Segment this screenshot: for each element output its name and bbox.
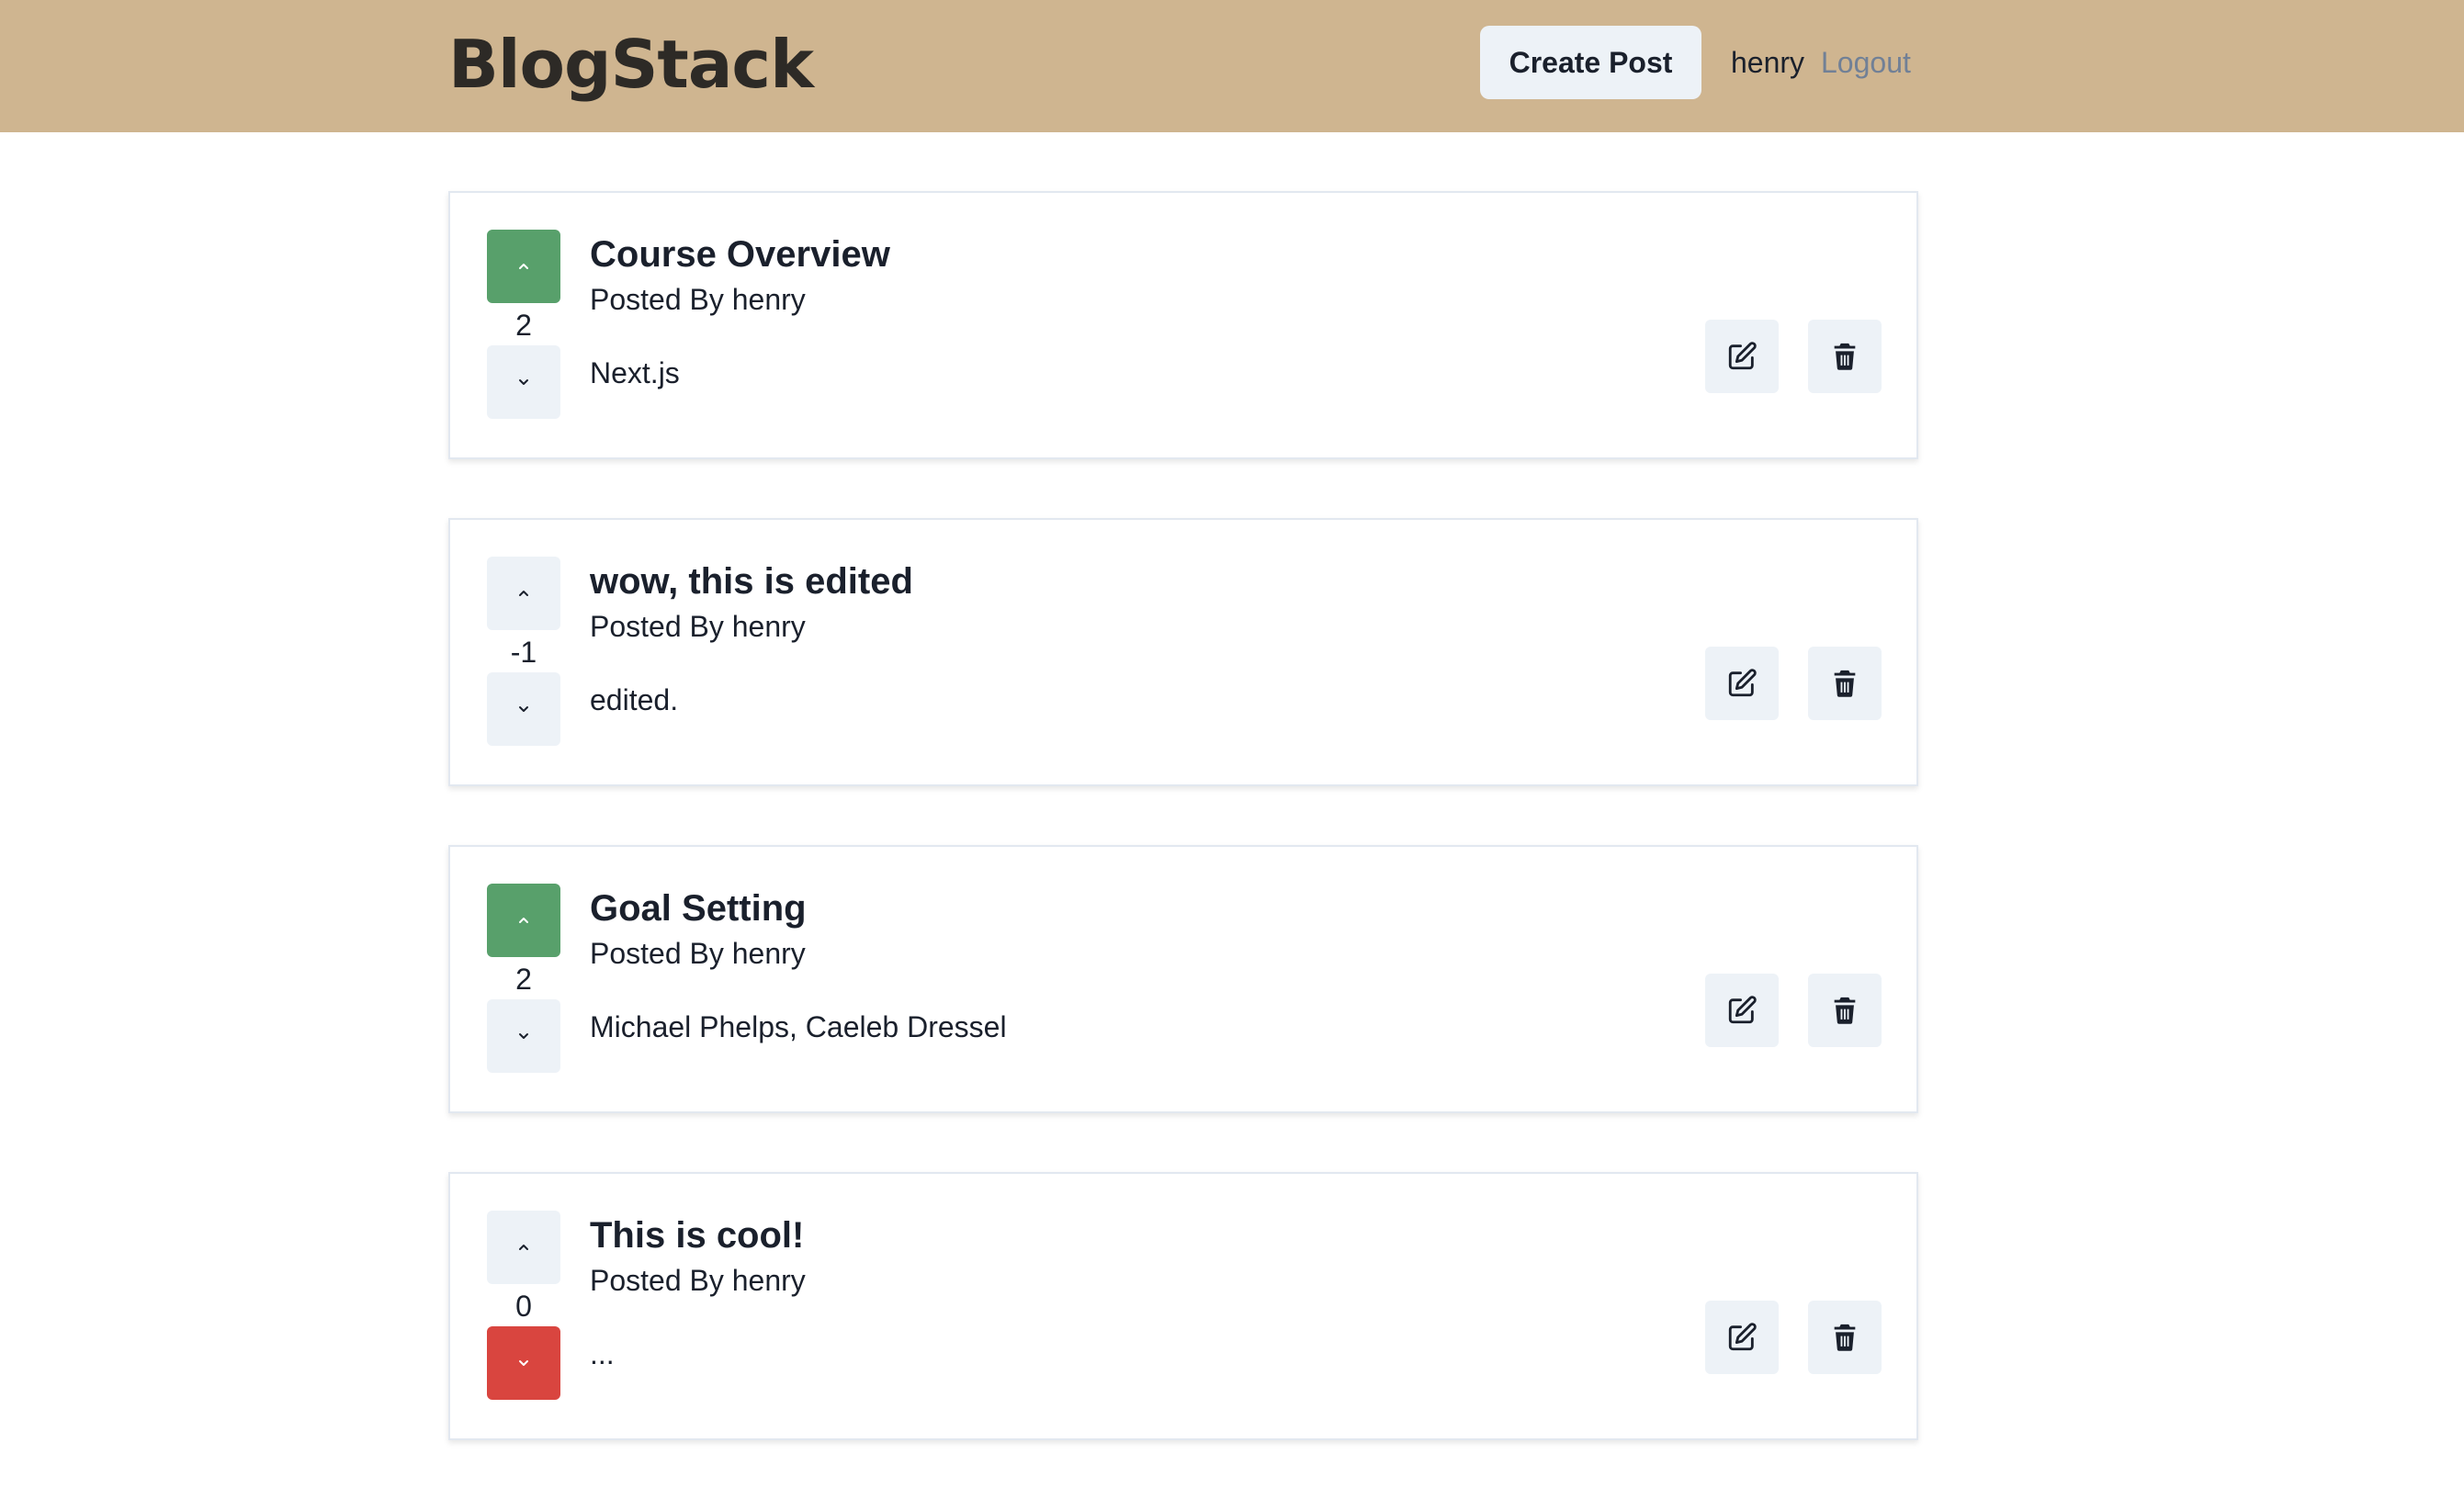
- edit-icon: [1728, 669, 1757, 697]
- trash-icon: [1834, 997, 1856, 1024]
- post-title[interactable]: Goal Setting: [590, 884, 807, 933]
- post-card: 2 Course Overview Posted By henry Next.j…: [448, 191, 1918, 459]
- delete-post-button[interactable]: [1808, 1301, 1882, 1374]
- downvote-button[interactable]: [487, 345, 560, 419]
- post-title[interactable]: wow, this is edited: [590, 557, 913, 606]
- downvote-button[interactable]: [487, 672, 560, 746]
- chevron-up-icon: [519, 1245, 528, 1250]
- edit-post-button[interactable]: [1705, 647, 1779, 720]
- post-author: Posted By henry: [590, 1264, 806, 1297]
- upvote-button[interactable]: [487, 1211, 560, 1284]
- post-author: Posted By henry: [590, 283, 806, 316]
- top-navbar: BlogStack Create Post henry Logout: [0, 0, 2464, 132]
- create-post-button[interactable]: Create Post: [1480, 26, 1701, 99]
- delete-post-button[interactable]: [1808, 974, 1882, 1047]
- chevron-up-icon: [519, 264, 528, 269]
- post-card: 0 This is cool! Posted By henry ...: [448, 1172, 1918, 1440]
- post-feed: 2 Course Overview Posted By henry Next.j…: [448, 191, 1918, 1499]
- downvote-button[interactable]: [487, 1326, 560, 1400]
- trash-icon: [1834, 1324, 1856, 1351]
- delete-post-button[interactable]: [1808, 647, 1882, 720]
- chevron-up-icon: [519, 918, 528, 923]
- edit-icon: [1728, 996, 1757, 1024]
- post-title[interactable]: This is cool!: [590, 1211, 804, 1260]
- vote-count: 2: [515, 309, 532, 342]
- edit-post-button[interactable]: [1705, 974, 1779, 1047]
- chevron-down-icon: [519, 1360, 528, 1366]
- vote-count: -1: [510, 636, 537, 669]
- post-author: Posted By henry: [590, 610, 806, 643]
- downvote-button[interactable]: [487, 999, 560, 1073]
- site-logo[interactable]: BlogStack: [448, 20, 814, 108]
- post-author: Posted By henry: [590, 937, 806, 970]
- post-card: -1 wow, this is edited Posted By henry e…: [448, 518, 1918, 786]
- post-card: 2 Goal Setting Posted By henry Michael P…: [448, 845, 1918, 1113]
- chevron-up-icon: [519, 591, 528, 596]
- trash-icon: [1834, 343, 1856, 370]
- trash-icon: [1834, 670, 1856, 697]
- upvote-button[interactable]: [487, 884, 560, 957]
- chevron-down-icon: [519, 1033, 528, 1039]
- upvote-button[interactable]: [487, 557, 560, 630]
- upvote-button[interactable]: [487, 230, 560, 303]
- edit-icon: [1728, 342, 1757, 370]
- chevron-down-icon: [519, 379, 528, 385]
- post-body: edited.: [590, 683, 679, 716]
- nav-username: henry: [1731, 46, 1805, 79]
- chevron-down-icon: [519, 706, 528, 712]
- vote-count: 2: [515, 963, 532, 996]
- edit-icon: [1728, 1323, 1757, 1351]
- post-title[interactable]: Course Overview: [590, 230, 890, 279]
- vote-count: 0: [515, 1290, 532, 1323]
- post-body: ...: [590, 1337, 615, 1370]
- post-body: Michael Phelps, Caeleb Dressel: [590, 1010, 1007, 1043]
- edit-post-button[interactable]: [1705, 320, 1779, 393]
- logout-link[interactable]: Logout: [1821, 42, 1911, 83]
- edit-post-button[interactable]: [1705, 1301, 1779, 1374]
- delete-post-button[interactable]: [1808, 320, 1882, 393]
- post-body: Next.js: [590, 356, 680, 389]
